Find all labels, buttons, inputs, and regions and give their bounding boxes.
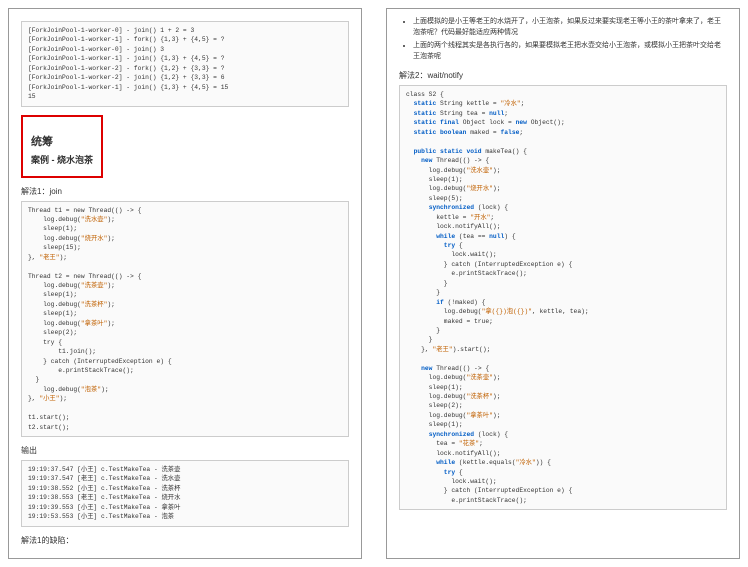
note-item: 上面的两个线程其实是各执行各的，如果要模拟老王把水壶交给小王泡茶，或模拟小王把茶… (413, 41, 727, 62)
forkjoin-output: [ForkJoinPool-1-worker-0] - join() 1 + 2… (21, 21, 349, 107)
output-title: 输出 (21, 445, 349, 456)
solution1-code: Thread t1 = new Thread(() -> { log.debug… (21, 201, 349, 438)
output-log: 19:19:37.547 [小王] c.TestMakeTea - 洗茶壶 19… (21, 460, 349, 527)
case-title: 案例 - 烧水泡茶 (31, 153, 93, 166)
solution1-title: 解法1：join (21, 186, 349, 197)
solution1-footer: 解法1的缺陷： (21, 535, 349, 546)
solution2-title: 解法2：wait/notify (399, 70, 727, 81)
note-item: 上面模拟的是小王等老王的水烧开了，小王泡茶，如果反过来要实现老王等小王的茶叶拿来… (413, 17, 727, 38)
notes-list: 上面模拟的是小王等老王的水烧开了，小王泡茶，如果反过来要实现老王等小王的茶叶拿来… (399, 17, 727, 62)
chapter-title: 统筹 (31, 133, 93, 149)
left-page: [ForkJoinPool-1-worker-0] - join() 1 + 2… (8, 8, 362, 559)
right-page: 上面模拟的是小王等老王的水烧开了，小王泡茶，如果反过来要实现老王等小王的茶叶拿来… (386, 8, 740, 559)
solution2-code: class S2 { static String kettle = "冷水"; … (399, 85, 727, 510)
chapter-highlight: 统筹 案例 - 烧水泡茶 (21, 115, 103, 178)
